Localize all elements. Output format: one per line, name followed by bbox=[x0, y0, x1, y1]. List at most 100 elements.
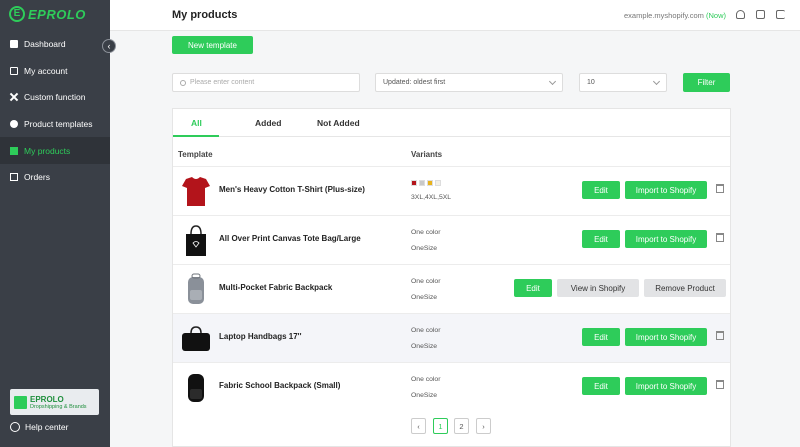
collapse-sidebar-button[interactable]: ‹ bbox=[102, 39, 116, 53]
variant-size: OneSize bbox=[411, 392, 438, 399]
tab-not-added[interactable]: Not Added bbox=[317, 118, 360, 128]
color-swatches bbox=[411, 180, 441, 186]
trash-icon[interactable] bbox=[716, 184, 724, 193]
table-row: Men's Heavy Cotton T-Shirt (Plus-size) 3… bbox=[173, 166, 730, 215]
swatch-red[interactable] bbox=[411, 180, 417, 186]
product-name: Laptop Handbags 17'' bbox=[219, 332, 302, 341]
sidebar-item-my-account[interactable]: My account bbox=[0, 58, 110, 85]
column-variants: Variants bbox=[411, 150, 443, 159]
new-template-button[interactable]: New template bbox=[172, 36, 253, 54]
view-in-shopify-button[interactable]: View in Shopify bbox=[557, 279, 639, 297]
sidebar-item-label: Product templates bbox=[24, 119, 93, 130]
page-size-select[interactable]: 10 bbox=[579, 73, 667, 92]
product-name: Men's Heavy Cotton T-Shirt (Plus-size) bbox=[219, 185, 365, 194]
help-center-label: Help center bbox=[25, 422, 69, 432]
tote-bag-image bbox=[186, 225, 206, 256]
variant-color: One color bbox=[411, 229, 441, 236]
import-to-shopify-button[interactable]: Import to Shopify bbox=[625, 230, 707, 248]
filter-button[interactable]: Filter bbox=[683, 73, 730, 92]
import-to-shopify-button[interactable]: Import to Shopify bbox=[625, 181, 707, 199]
trash-icon[interactable] bbox=[716, 380, 724, 389]
table-row: Fabric School Backpack (Small) One color… bbox=[173, 362, 730, 411]
products-icon bbox=[10, 146, 18, 155]
product-name: Fabric School Backpack (Small) bbox=[219, 381, 341, 390]
variant-sizes: 3XL,4XL,5XL bbox=[411, 194, 452, 201]
orders-icon bbox=[10, 173, 18, 182]
help-icon bbox=[10, 422, 20, 432]
search-input[interactable]: Please enter content bbox=[172, 73, 360, 92]
sidebar-item-orders[interactable]: Orders bbox=[0, 164, 110, 191]
table-row: All Over Print Canvas Tote Bag/Large One… bbox=[173, 215, 730, 264]
trash-icon[interactable] bbox=[716, 331, 724, 340]
template-icon bbox=[10, 120, 18, 129]
sort-select[interactable]: Updated: oldest first bbox=[375, 73, 563, 92]
swatch-yellow[interactable] bbox=[427, 180, 433, 186]
user-icon[interactable] bbox=[736, 10, 745, 19]
chevron-down-icon bbox=[652, 77, 661, 85]
products-panel: All Added Not Added Template Variants Me… bbox=[172, 108, 731, 447]
store-status: (Now) bbox=[705, 11, 726, 20]
pagination-page-1[interactable]: 1 bbox=[433, 418, 448, 434]
table-header: Template Variants bbox=[173, 145, 730, 167]
help-center-link[interactable]: Help center bbox=[10, 422, 68, 432]
product-name: All Over Print Canvas Tote Bag/Large bbox=[219, 234, 361, 243]
badge-logo-icon bbox=[14, 395, 27, 409]
trash-icon[interactable] bbox=[716, 233, 724, 242]
edit-button[interactable]: Edit bbox=[582, 377, 620, 395]
sort-value: Updated: oldest first bbox=[383, 79, 446, 86]
column-template: Template bbox=[178, 150, 213, 159]
logout-icon[interactable] bbox=[776, 10, 785, 19]
badge-text: EPROLO Dropshipping & Brands bbox=[30, 395, 87, 410]
sidebar-nav: Dashboard My account Custom function Pro… bbox=[0, 31, 110, 191]
swatch-cream[interactable] bbox=[435, 180, 441, 186]
account-icon bbox=[10, 66, 18, 75]
tab-all[interactable]: All bbox=[191, 118, 202, 128]
store-domain: example.myshopify.com (Now) bbox=[624, 11, 726, 20]
edit-button[interactable]: Edit bbox=[582, 328, 620, 346]
edit-button[interactable]: Edit bbox=[514, 279, 552, 297]
page-size-value: 10 bbox=[587, 79, 595, 86]
badge-subtitle: Dropshipping & Brands bbox=[30, 403, 87, 410]
backpack-image bbox=[188, 273, 204, 304]
chevron-down-icon bbox=[548, 77, 557, 85]
product-tabs: All Added Not Added bbox=[173, 109, 730, 137]
sidebar-item-label: Dashboard bbox=[24, 39, 66, 50]
import-to-shopify-button[interactable]: Import to Shopify bbox=[625, 328, 707, 346]
top-bar: My products example.myshopify.com (Now) bbox=[110, 0, 800, 31]
laptop-handbag-image bbox=[182, 326, 210, 351]
variant-color: One color bbox=[411, 327, 441, 334]
brand-name: EPROLO bbox=[28, 6, 86, 22]
remove-product-button[interactable]: Remove Product bbox=[644, 279, 726, 297]
sidebar-item-label: My products bbox=[24, 145, 71, 156]
sidebar-item-my-products[interactable]: My products bbox=[0, 137, 110, 164]
custom-function-icon bbox=[10, 93, 18, 101]
active-tab-indicator bbox=[173, 135, 219, 137]
pagination-page-2[interactable]: 2 bbox=[454, 418, 469, 434]
sidebar-item-label: My account bbox=[24, 65, 68, 76]
swatch-gray[interactable] bbox=[419, 180, 425, 186]
badge-title: EPROLO bbox=[30, 394, 64, 404]
table-row: Multi-Pocket Fabric Backpack One color O… bbox=[173, 264, 730, 313]
brand-logo[interactable]: E EPROLO bbox=[9, 6, 86, 22]
sidebar-item-dashboard[interactable]: Dashboard bbox=[0, 31, 110, 58]
import-to-shopify-button[interactable]: Import to Shopify bbox=[625, 377, 707, 395]
sidebar-item-product-templates[interactable]: Product templates bbox=[0, 111, 110, 138]
pagination-next[interactable]: › bbox=[476, 418, 491, 434]
sidebar-item-custom-function[interactable]: Custom function bbox=[0, 84, 110, 111]
edit-button[interactable]: Edit bbox=[582, 181, 620, 199]
variant-size: OneSize bbox=[411, 343, 438, 350]
message-icon[interactable] bbox=[756, 10, 765, 19]
sidebar-item-label: Orders bbox=[24, 172, 50, 183]
variant-size: OneSize bbox=[411, 294, 438, 301]
edit-button[interactable]: Edit bbox=[582, 230, 620, 248]
product-name: Multi-Pocket Fabric Backpack bbox=[219, 283, 333, 292]
tab-added[interactable]: Added bbox=[255, 118, 281, 128]
variant-color: One color bbox=[411, 278, 441, 285]
pagination-prev[interactable]: ‹ bbox=[411, 418, 426, 434]
page-title: My products bbox=[172, 9, 238, 21]
store-name: example.myshopify.com bbox=[624, 11, 704, 20]
school-backpack-image bbox=[188, 374, 204, 402]
variant-color: One color bbox=[411, 376, 441, 383]
table-row: Laptop Handbags 17'' One color OneSize E… bbox=[173, 313, 730, 362]
eprolo-badge[interactable]: EPROLO Dropshipping & Brands bbox=[10, 389, 99, 415]
